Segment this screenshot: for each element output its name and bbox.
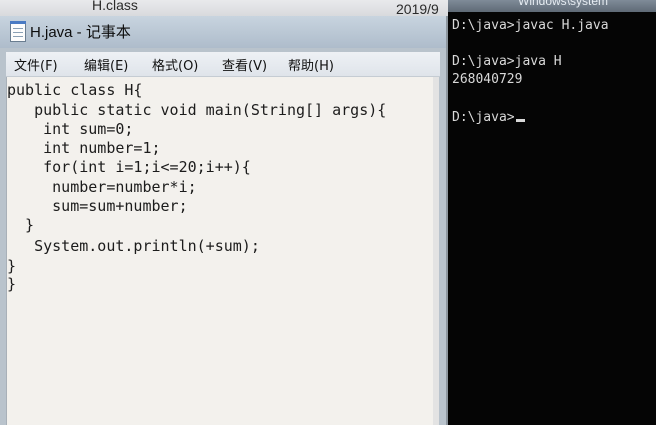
menubar: 文件(F) 编辑(E) 格式(O) 查看(V) 帮助(H) <box>6 52 440 77</box>
console-title-text: Windows\system <box>518 0 609 8</box>
menu-view[interactable]: 查看(V) <box>222 55 267 74</box>
notepad-app-icon <box>10 21 26 42</box>
code-line: System.out.println(+sum); <box>7 237 260 255</box>
menu-format[interactable]: 格式(O) <box>152 55 198 74</box>
text-editor-area[interactable]: public class H{ public static void main(… <box>6 77 439 425</box>
window-title: H.java - 记事本 <box>30 24 131 41</box>
code-line: } <box>7 275 17 293</box>
code-line: public static void main(String[] args){ <box>7 101 387 119</box>
explorer-file-date: 2019/9 <box>396 1 439 17</box>
menu-edit[interactable]: 编辑(E) <box>84 55 128 74</box>
cursor-icon <box>515 119 525 122</box>
code-line: sum=sum+number; <box>7 197 188 215</box>
code-line: } <box>7 216 35 234</box>
console-prompt-line[interactable]: D:\java> <box>452 110 525 125</box>
code-line: public class H{ <box>7 81 143 99</box>
code-line: int number=1; <box>7 139 161 157</box>
code-line: for(int i=1;i<=20;i++){ <box>7 158 251 176</box>
explorer-file-name[interactable]: H.class <box>92 0 138 13</box>
notepad-titlebar[interactable]: H.java - 记事本 <box>0 16 446 48</box>
code-line: number=number*i; <box>7 178 197 196</box>
console-line: D:\java>javac H.java <box>452 18 609 33</box>
console-line: 268040729 <box>452 72 523 87</box>
console-titlebar[interactable]: Windows\system <box>448 0 656 12</box>
code-line: int sum=0; <box>7 120 134 138</box>
console-line: D:\java>java H <box>452 54 562 69</box>
notepad-window: H.java - 记事本 文件(F) 编辑(E) 格式(O) 查看(V) 帮助(… <box>0 16 448 425</box>
editor-scrollbar[interactable] <box>433 77 439 425</box>
code-line: } <box>7 257 17 275</box>
menu-file[interactable]: 文件(F) <box>14 55 58 74</box>
console-window: Windows\system D:\java>javac H.java D:\j… <box>448 0 656 425</box>
menu-help[interactable]: 帮助(H) <box>288 55 334 74</box>
console-prompt: D:\java> <box>452 110 515 125</box>
